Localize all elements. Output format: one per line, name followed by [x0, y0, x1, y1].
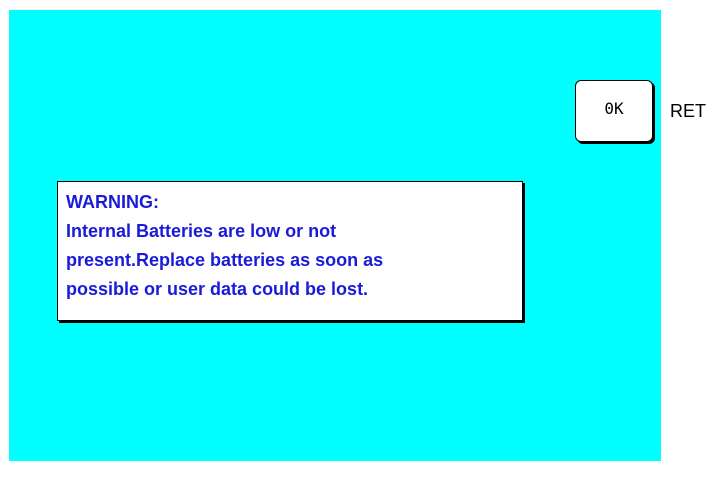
warning-message-line: possible or user data could be lost.	[66, 279, 369, 299]
ok-button-label: 0K	[604, 98, 624, 118]
ok-button[interactable]: 0K	[575, 80, 653, 142]
warning-dialog: WARNING: Internal Batteries are low or n…	[57, 181, 523, 321]
warning-title: WARNING:	[66, 192, 159, 212]
warning-message-line: present.Replace batteries as soon as	[66, 250, 384, 270]
warning-message-line: Internal Batteries are low or not	[66, 221, 337, 241]
ret-key-label: RET	[670, 101, 706, 121]
